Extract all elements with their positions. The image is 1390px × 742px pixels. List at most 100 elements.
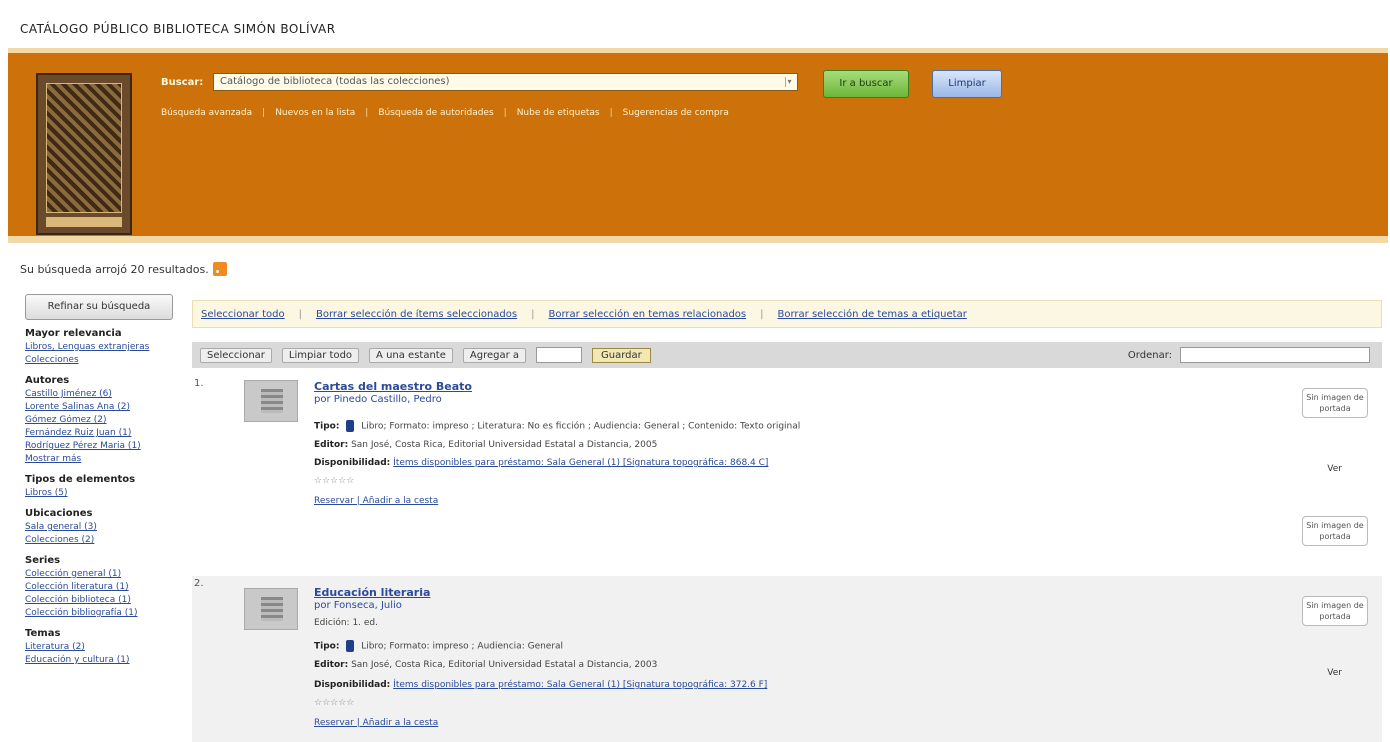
facet-link[interactable]: Educación y cultura (1) bbox=[25, 654, 175, 667]
results-count-text: Su búsqueda arrojó 20 resultados. bbox=[20, 262, 209, 276]
rating-stars[interactable]: ☆☆☆☆☆ bbox=[314, 476, 354, 486]
selection-toolbar: Seleccionar todo | Borrar selección de í… bbox=[192, 300, 1382, 328]
results-count: Su búsqueda arrojó 20 resultados. bbox=[20, 262, 227, 276]
facet-link[interactable]: Literatura (2) bbox=[25, 641, 175, 654]
view-link[interactable]: Ver bbox=[1327, 668, 1342, 678]
availability-link[interactable]: Ítems disponibles para préstamo: Sala Ge… bbox=[393, 458, 768, 468]
refine-search-button[interactable]: Refinar su búsqueda bbox=[25, 294, 173, 320]
header-link-tags[interactable]: Nube de etiquetas bbox=[517, 108, 600, 118]
result-title[interactable]: Cartas del maestro Beato bbox=[314, 380, 472, 393]
library-logo[interactable] bbox=[36, 73, 132, 235]
toolbar-link[interactable]: Borrar selección de ítems seleccionados bbox=[316, 309, 517, 320]
facet-link[interactable]: Sala general (3) bbox=[25, 521, 175, 534]
result-type: Tipo: Libro; Formato: impreso ; Audienci… bbox=[314, 640, 563, 652]
header-link-advanced[interactable]: Búsqueda avanzada bbox=[161, 108, 252, 118]
publisher-label: Editor: bbox=[314, 440, 349, 450]
facet-title: Ubicaciones bbox=[25, 508, 93, 519]
facet-link[interactable]: Fernández Ruiz Juan (1) bbox=[25, 427, 175, 440]
book-icon bbox=[346, 420, 355, 432]
sort-control: Ordenar: bbox=[1128, 347, 1370, 363]
sort-label: Ordenar: bbox=[1127, 349, 1172, 361]
type-label: Tipo: bbox=[314, 641, 340, 652]
result-title[interactable]: Educación literaria bbox=[314, 586, 430, 599]
result-author[interactable]: por Fonseca, Julio bbox=[314, 600, 402, 611]
facet-authors: Autores Castillo Jiménez (6) Lorente Sal… bbox=[25, 375, 175, 466]
result-availability: Disponibilidad: Ítems disponibles para p… bbox=[314, 458, 768, 468]
search-input-value: Catálogo de biblioteca (todas las colecc… bbox=[220, 76, 450, 87]
facet-link[interactable]: Libros, Lenguas extranjeras bbox=[25, 341, 175, 354]
add-to-shelf-button[interactable]: A una estante bbox=[369, 347, 453, 363]
result-publisher: Editor: San José, Costa Rica, Editorial … bbox=[314, 440, 657, 450]
facet-link[interactable]: Colecciones (2) bbox=[25, 534, 175, 547]
list-select[interactable] bbox=[536, 347, 583, 363]
facet-show-more[interactable]: Mostrar más bbox=[25, 453, 175, 466]
facet-title: Temas bbox=[25, 628, 61, 639]
facet-relevance: Mayor relevancia Libros, Lenguas extranj… bbox=[25, 328, 175, 367]
book-cover-thumbnail[interactable] bbox=[244, 380, 298, 422]
facet-link[interactable]: Libros (5) bbox=[25, 487, 175, 500]
result-number: 2. bbox=[194, 578, 204, 589]
header-banner: Buscar: Catálogo de biblioteca (todas la… bbox=[8, 48, 1388, 243]
publisher-text: San José, Costa Rica, Editorial Universi… bbox=[351, 660, 658, 670]
result-actions: Reservar | Añadir a la cesta bbox=[314, 496, 438, 506]
facet-item-types: Tipos de elementos Libros (5) bbox=[25, 474, 175, 500]
result-type: Tipo: Libro; Formato: impreso ; Literatu… bbox=[314, 420, 800, 432]
book-icon bbox=[346, 640, 355, 652]
search-label: Buscar: bbox=[161, 77, 204, 88]
view-link[interactable]: Ver bbox=[1327, 464, 1342, 474]
facet-link[interactable]: Colecciones bbox=[25, 354, 175, 367]
book-cover-thumbnail[interactable] bbox=[244, 588, 298, 630]
result-availability: Disponibilidad: Ítems disponibles para p… bbox=[314, 680, 767, 690]
add-to-button[interactable]: Agregar a bbox=[462, 347, 527, 363]
header-link-new[interactable]: Nuevos en la lista bbox=[275, 108, 355, 118]
type-label: Tipo: bbox=[314, 421, 340, 432]
save-button[interactable]: Guardar bbox=[592, 347, 651, 363]
reserve-cart-links[interactable]: Reservar | Añadir a la cesta bbox=[314, 718, 438, 728]
reserve-cart-links[interactable]: Reservar | Añadir a la cesta bbox=[314, 496, 438, 506]
header-links: Búsqueda avanzada | Nuevos en la lista |… bbox=[161, 108, 729, 118]
page-title: CATÁLOGO PÚBLICO BIBLIOTECA SIMÓN BOLÍVA… bbox=[20, 22, 336, 36]
facets-sidebar: Refinar su búsqueda Mayor relevancia Lib… bbox=[25, 294, 175, 667]
facet-topics: Temas Literatura (2) Educación y cultura… bbox=[25, 628, 175, 667]
header-link-suggestions[interactable]: Sugerencias de compra bbox=[623, 108, 729, 118]
facet-link[interactable]: Gómez Gómez (2) bbox=[25, 414, 175, 427]
availability-link[interactable]: Ítems disponibles para préstamo: Sala Ge… bbox=[393, 680, 767, 690]
header-link-authorities[interactable]: Búsqueda de autoridades bbox=[378, 108, 493, 118]
actions-toolbar: Seleccionar Limpiar todo A una estante A… bbox=[192, 342, 1382, 368]
facet-title: Autores bbox=[25, 375, 70, 386]
result-author[interactable]: por Pinedo Castillo, Pedro bbox=[314, 394, 442, 405]
result-actions: Reservar | Añadir a la cesta bbox=[314, 718, 438, 728]
sort-select[interactable] bbox=[1180, 347, 1370, 363]
facet-link[interactable]: Colección bibliografía (1) bbox=[25, 607, 175, 620]
availability-label: Disponibilidad: bbox=[314, 680, 391, 690]
rating-stars[interactable]: ☆☆☆☆☆ bbox=[314, 698, 354, 708]
dropdown-arrow-icon[interactable]: ▾ bbox=[785, 77, 793, 87]
rss-icon[interactable] bbox=[212, 262, 227, 276]
search-input[interactable]: Catálogo de biblioteca (todas las colecc… bbox=[213, 73, 798, 91]
logo-base bbox=[46, 217, 122, 227]
cover-placeholder: Sin imagen de portada bbox=[1302, 516, 1368, 546]
facet-title: Mayor relevancia bbox=[25, 328, 122, 339]
toolbar-link[interactable]: Borrar selección de temas a etiquetar bbox=[778, 309, 967, 320]
toolbar-link[interactable]: Borrar selección en temas relacionados bbox=[548, 309, 746, 320]
select-all-link[interactable]: Seleccionar todo bbox=[201, 309, 285, 320]
result-item: 2. Educación literaria por Fonseca, Juli… bbox=[192, 576, 1382, 742]
facet-link[interactable]: Colección literatura (1) bbox=[25, 581, 175, 594]
result-publisher: Editor: San José, Costa Rica, Editorial … bbox=[314, 660, 657, 670]
facet-link[interactable]: Castillo Jiménez (6) bbox=[25, 388, 175, 401]
logo-image bbox=[46, 83, 122, 213]
type-text: Libro; Formato: impreso ; Audiencia: Gen… bbox=[361, 641, 564, 652]
facet-locations: Ubicaciones Sala general (3) Colecciones… bbox=[25, 508, 175, 547]
search-button[interactable]: Ir a buscar bbox=[823, 70, 909, 98]
select-button[interactable]: Seleccionar bbox=[200, 347, 272, 363]
publisher-label: Editor: bbox=[314, 660, 349, 670]
result-edition: Edición: 1. ed. bbox=[314, 618, 379, 628]
facet-link[interactable]: Lorente Salinas Ana (2) bbox=[25, 401, 175, 414]
result-item: 1. Cartas del maestro Beato por Pinedo C… bbox=[192, 376, 1382, 576]
facet-link[interactable]: Colección general (1) bbox=[25, 568, 175, 581]
clear-button[interactable]: Limpiar bbox=[932, 70, 1002, 98]
facet-link[interactable]: Rodríguez Pérez Maria (1) bbox=[25, 440, 175, 453]
facet-link[interactable]: Colección biblioteca (1) bbox=[25, 594, 175, 607]
facet-series: Series Colección general (1) Colección l… bbox=[25, 555, 175, 620]
clear-all-button[interactable]: Limpiar todo bbox=[281, 347, 360, 363]
